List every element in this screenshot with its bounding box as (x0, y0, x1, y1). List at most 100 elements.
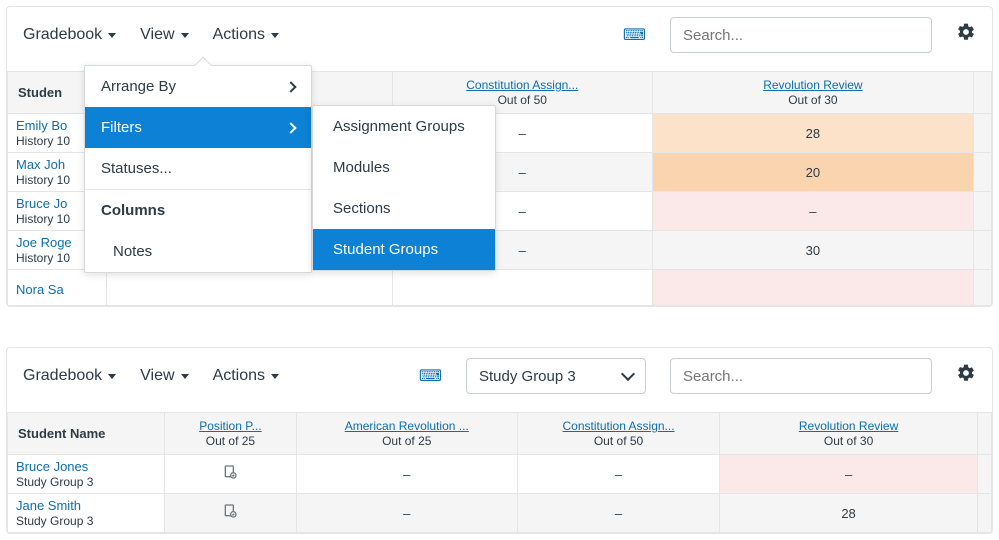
out-of: Out of 30 (788, 93, 837, 107)
caret-down-icon (271, 374, 279, 379)
col-assignment-3[interactable]: Revolution Review Out of 30 (652, 72, 974, 114)
grade-cell[interactable] (652, 270, 974, 306)
grade-cell[interactable] (392, 270, 652, 306)
assignment-link[interactable]: American Revolution ... (305, 419, 509, 433)
menu-arrange-by[interactable]: Arrange By (85, 66, 311, 107)
toolbar: Gradebook View Actions ⌨ (7, 7, 992, 71)
search-input[interactable] (670, 17, 932, 53)
out-of: Out of 50 (498, 93, 547, 107)
student-section: History 10 (16, 173, 70, 187)
grade-cell[interactable]: – (720, 455, 977, 494)
chevron-right-icon (285, 81, 296, 92)
col-assignment-1[interactable]: American Revolution ... Out of 25 (296, 413, 517, 455)
menu-label: Filters (101, 119, 142, 136)
grade-cell[interactable]: – (517, 494, 720, 533)
gradebook-menu-button[interactable]: Gradebook (23, 367, 116, 385)
col-assignment-0[interactable]: Position P... Out of 25 (165, 413, 297, 455)
assignment-link[interactable]: Revolution Review (661, 78, 966, 92)
chevron-down-icon (621, 367, 635, 381)
grade-cell[interactable]: – (296, 455, 517, 494)
menu-label: Arrange By (101, 78, 176, 95)
menu-label: Modules (333, 159, 390, 176)
col-assignment-3[interactable]: Revolution Review Out of 30 (720, 413, 977, 455)
grade-cell[interactable]: 28 (652, 114, 974, 153)
gradebook-menu-button[interactable]: Gradebook (23, 26, 116, 44)
grade-cell[interactable]: 28 (720, 494, 977, 533)
grade-cell[interactable] (165, 494, 297, 533)
menu-label: Student Groups (333, 241, 438, 258)
out-of: Out of 25 (382, 434, 431, 448)
student-section: Study Group 3 (16, 475, 93, 489)
student-name: Jane Smith (16, 498, 156, 513)
menu-filters[interactable]: Filters (85, 107, 311, 148)
grade-cell[interactable]: – (652, 192, 974, 231)
stub (974, 72, 992, 114)
student-name: Bruce Jones (16, 459, 156, 474)
student-section: History 10 (16, 251, 70, 265)
menu-statuses[interactable]: Statuses... (85, 148, 311, 189)
grade-cell[interactable]: – (296, 494, 517, 533)
caret-down-icon (108, 374, 116, 379)
student-cell[interactable]: Jane SmithStudy Group 3 (8, 494, 165, 533)
assignment-link[interactable]: Position P... (173, 419, 288, 433)
out-of: Out of 50 (594, 434, 643, 448)
keyboard-icon[interactable]: ⌨ (623, 25, 646, 45)
document-icon (222, 503, 238, 523)
student-section: History 10 (16, 212, 70, 226)
stub (977, 413, 991, 455)
stub (977, 455, 991, 494)
stub (974, 114, 992, 153)
keyboard-icon[interactable]: ⌨ (419, 366, 442, 386)
grade-cell[interactable]: – (517, 455, 720, 494)
gradebook-panel-2: Gradebook View Actions ⌨ Study Group 3 (6, 347, 993, 534)
out-of: Out of 25 (206, 434, 255, 448)
stub (974, 153, 992, 192)
assignment-link[interactable]: Constitution Assign... (526, 419, 712, 433)
assignment-link[interactable]: Constitution Assign... (401, 78, 644, 92)
out-of: Out of 30 (824, 434, 873, 448)
menu-notes[interactable]: Notes (85, 231, 311, 272)
menu-label: Statuses... (101, 160, 172, 177)
actions-label: Actions (213, 367, 265, 385)
student-section: History 10 (16, 134, 70, 148)
grade-cell[interactable]: 30 (652, 231, 974, 270)
grade-cell[interactable] (106, 270, 392, 306)
assignment-link[interactable]: Revolution Review (728, 419, 968, 433)
gear-icon[interactable] (956, 22, 976, 48)
table-row: Nora Sa (8, 270, 992, 306)
stub (977, 494, 991, 533)
caret-down-icon (108, 33, 116, 38)
student-cell[interactable]: Bruce JonesStudy Group 3 (8, 455, 165, 494)
menu-label: Columns (101, 202, 165, 219)
actions-menu-button[interactable]: Actions (213, 26, 279, 44)
submenu-assignment-groups[interactable]: Assignment Groups (313, 106, 495, 147)
view-label: View (140, 26, 174, 44)
grade-table: Student Name Position P... Out of 25 Ame… (7, 412, 992, 533)
caret-down-icon (181, 33, 189, 38)
view-menu-button[interactable]: View (140, 26, 188, 44)
stub (974, 192, 992, 231)
col-assignment-2[interactable]: Constitution Assign... Out of 50 (517, 413, 720, 455)
grade-cell[interactable]: 20 (652, 153, 974, 192)
stub (974, 270, 992, 306)
filter-value: Study Group 3 (479, 368, 576, 385)
student-name: Nora Sa (16, 282, 98, 294)
document-icon (222, 464, 238, 484)
table-row: Jane SmithStudy Group 3––28 (8, 494, 992, 533)
table-row: Bruce JonesStudy Group 3––– (8, 455, 992, 494)
submenu-modules[interactable]: Modules (313, 147, 495, 188)
gradebook-panel-1: Gradebook View Actions ⌨ (6, 6, 993, 307)
student-cell[interactable]: Nora Sa (8, 270, 107, 306)
view-menu-button[interactable]: View (140, 367, 188, 385)
submenu-student-groups[interactable]: Student Groups (313, 229, 495, 270)
col-student-name[interactable]: Student Name (8, 413, 165, 455)
gear-icon[interactable] (956, 363, 976, 389)
student-group-filter[interactable]: Study Group 3 (466, 358, 646, 394)
grade-cell[interactable] (165, 455, 297, 494)
search-input[interactable] (670, 358, 932, 394)
chevron-right-icon (285, 122, 296, 133)
menu-label: Notes (113, 243, 152, 260)
view-menu: Arrange By Filters Statuses... Columns N… (84, 65, 312, 273)
submenu-sections[interactable]: Sections (313, 188, 495, 229)
actions-menu-button[interactable]: Actions (213, 367, 279, 385)
